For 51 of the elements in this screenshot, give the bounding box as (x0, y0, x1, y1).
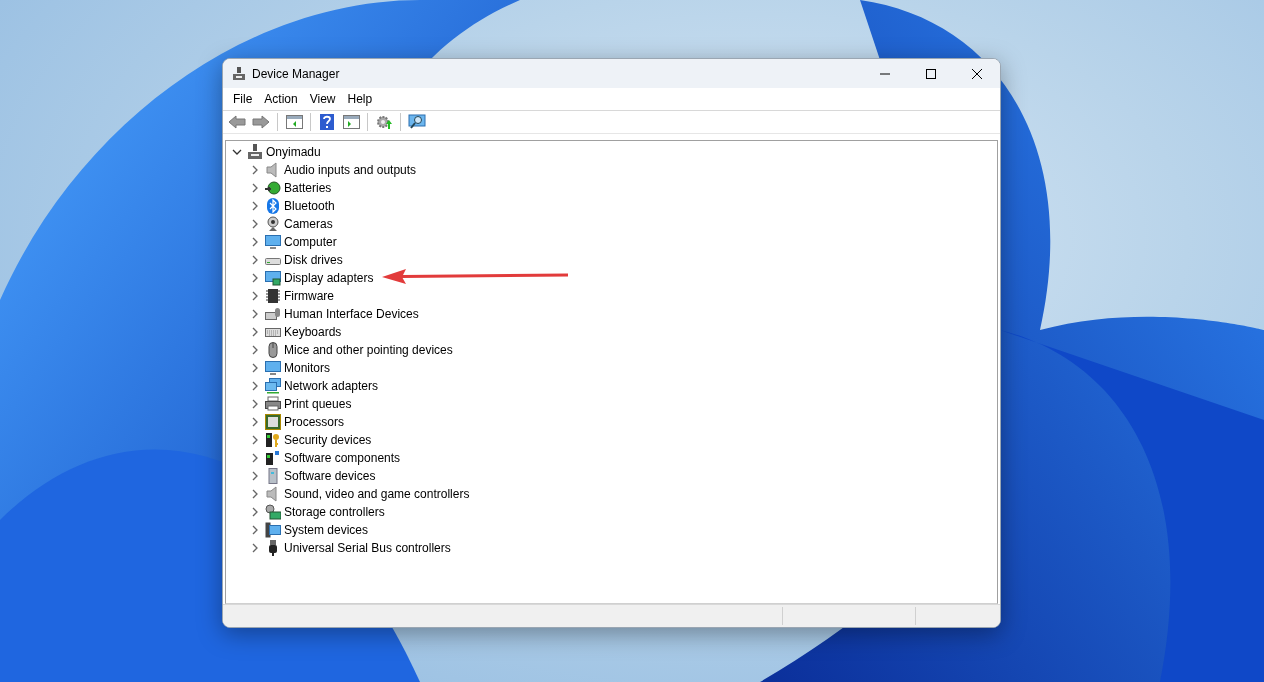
tree-item[interactable]: Bluetooth (284, 198, 335, 214)
tree-item[interactable]: Computer (284, 234, 337, 250)
monitor-card-icon (265, 270, 281, 286)
keyboard-mouse-icon (265, 306, 281, 322)
tower-key-icon (265, 432, 281, 448)
tree-item[interactable]: Keyboards (284, 324, 342, 340)
tree-item[interactable]: Processors (284, 414, 345, 430)
tree-item[interactable]: Software components (284, 450, 401, 466)
computer-tree-icon (247, 144, 263, 160)
tree-item[interactable]: Monitors (284, 360, 330, 376)
tower-icon (265, 468, 281, 484)
chip-icon (265, 288, 281, 304)
network-monitors-icon (265, 378, 281, 394)
menu-item[interactable]: Action (258, 88, 304, 110)
panel-icon[interactable] (340, 112, 362, 132)
tree-item[interactable]: Display adapters (284, 270, 374, 286)
bluetooth-icon (265, 198, 281, 214)
window-title: Device Manager (252, 65, 340, 83)
menu-item[interactable]: File (227, 88, 259, 110)
tree-item[interactable]: Universal Serial Bus controllers (284, 540, 451, 556)
storage-card-icon (265, 504, 281, 520)
tree-item[interactable]: Batteries (284, 180, 332, 196)
tree-item[interactable]: Print queues (284, 396, 352, 412)
tree-item[interactable]: Mice and other pointing devices (284, 342, 453, 358)
tree-item[interactable]: Security devices (284, 432, 372, 448)
monitor-icon (265, 234, 281, 250)
tree-item[interactable]: Human Interface Devices (284, 306, 419, 322)
processor-icon (265, 414, 281, 430)
tree-item[interactable]: Disk drives (284, 252, 343, 268)
tree-item[interactable]: Network adapters (284, 378, 379, 394)
panel-icon[interactable] (283, 112, 305, 132)
webcam-icon (265, 216, 281, 232)
menu-item[interactable]: Help (341, 88, 379, 110)
tree-item[interactable]: System devices (284, 522, 369, 538)
maximize-icon[interactable] (926, 68, 936, 79)
monitor-icon (265, 360, 281, 376)
tree-item[interactable]: Firmware (284, 288, 334, 304)
tree-item[interactable]: Audio inputs and outputs (284, 162, 417, 178)
printer-icon (265, 396, 281, 412)
tree-item[interactable]: Sound, video and game controllers (284, 486, 470, 502)
computer-tree-icon (232, 66, 246, 81)
system-monitor-icon (265, 522, 281, 538)
tree-item[interactable]: Software devices (284, 468, 376, 484)
forward-arrow-icon[interactable] (250, 112, 272, 132)
back-arrow-icon[interactable] (226, 112, 248, 132)
close-icon[interactable] (972, 68, 982, 79)
mouse-icon (265, 342, 281, 358)
tree-item[interactable]: Onyimadu (266, 144, 321, 160)
tree-item[interactable]: Storage controllers (284, 504, 385, 520)
menu-item[interactable]: View (303, 88, 342, 110)
tree-item[interactable]: Cameras (284, 216, 333, 232)
